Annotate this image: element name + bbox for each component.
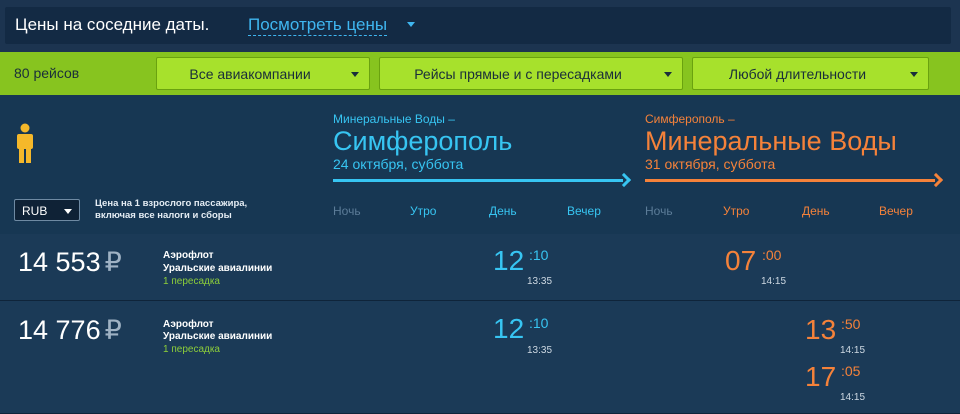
- departure-hour: 12: [493, 245, 525, 276]
- outbound-arrival: 13:35: [527, 345, 553, 356]
- nearby-dates-panel: Цены на соседние даты. Посмотреть цены: [5, 7, 951, 44]
- return-from: Симферополь –: [645, 112, 735, 126]
- outbound-tod-evening[interactable]: Вечер: [567, 204, 601, 218]
- chevron-down-icon: [64, 209, 72, 214]
- return-departure[interactable]: 07 :00: [725, 245, 781, 276]
- currency-select[interactable]: RUB: [14, 199, 80, 221]
- departure-minutes: :50: [841, 316, 861, 332]
- ruble-icon: ₽: [104, 247, 122, 277]
- outbound-from: Минеральные Воды –: [333, 112, 455, 126]
- results-header: RUB Цена на 1 взрослого пассажира, включ…: [0, 95, 960, 234]
- result-price: 14 776 ₽: [18, 315, 122, 346]
- return-departure[interactable]: 17:05: [805, 361, 860, 392]
- outbound-arrival: 13:35: [527, 276, 553, 287]
- chevron-down-icon: [664, 72, 672, 77]
- price-value: 14 553: [18, 247, 101, 277]
- arrow-right-icon: [928, 172, 944, 188]
- return-tod-morning[interactable]: Утро: [723, 204, 749, 218]
- return-tod-night[interactable]: Ночь: [645, 204, 673, 218]
- outbound-tod-night[interactable]: Ночь: [333, 204, 361, 218]
- duration-select[interactable]: Любой длительности: [692, 57, 929, 90]
- airline-name: Уральские авиалинии: [163, 331, 273, 342]
- departure-minutes: :00: [762, 247, 782, 263]
- return-arrival: 14:15: [840, 392, 866, 403]
- outbound-date: 24 октября, суббота: [333, 156, 464, 172]
- return-route: Симферополь – Минеральные Воды 31 октябр…: [645, 112, 897, 172]
- outbound-arrow: [333, 179, 623, 182]
- airline-name: Аэрофлот: [163, 319, 214, 330]
- chevron-down-icon: [351, 72, 359, 77]
- passenger-icon: [17, 123, 33, 163]
- departure-minutes: :10: [529, 247, 549, 263]
- airlines-select-label: Все авиакомпании: [189, 66, 311, 82]
- return-tod-evening[interactable]: Вечер: [879, 204, 913, 218]
- stops-select[interactable]: Рейсы прямые и с пересадками: [379, 57, 683, 90]
- chevron-down-icon: [910, 72, 918, 77]
- departure-hour: 17: [805, 361, 837, 392]
- transfer-count: 1 пересадка: [163, 276, 220, 287]
- result-price: 14 553 ₽: [18, 247, 122, 278]
- outbound-departure[interactable]: 12:10: [493, 313, 548, 344]
- airline-name: Аэрофлот: [163, 250, 214, 261]
- price-note: Цена на 1 взрослого пассажира, включая в…: [95, 198, 248, 221]
- return-to: Минеральные Воды: [645, 126, 897, 156]
- departure-hour: 13: [805, 314, 837, 345]
- return-date: 31 октября, суббота: [645, 156, 776, 172]
- outbound-tod-morning[interactable]: Утро: [410, 204, 436, 218]
- return-arrival: 14:15: [761, 276, 787, 287]
- filter-bar: 80 рейсов Все авиакомпании Рейсы прямые …: [0, 52, 960, 95]
- outbound-to: Симферополь: [333, 126, 513, 156]
- departure-hour: 12: [493, 313, 525, 344]
- duration-select-label: Любой длительности: [728, 66, 867, 82]
- outbound-tod-day[interactable]: День: [489, 204, 517, 218]
- departure-minutes: :10: [529, 315, 549, 331]
- departure-minutes: :05: [841, 363, 861, 379]
- airlines-select[interactable]: Все авиакомпании: [156, 57, 370, 90]
- outbound-departure[interactable]: 12:10: [493, 245, 548, 276]
- transfer-count: 1 пересадка: [163, 344, 220, 355]
- return-arrival: 14:15: [840, 345, 866, 356]
- currency-label: RUB: [22, 204, 48, 218]
- ruble-icon: ₽: [104, 315, 122, 345]
- chevron-down-icon[interactable]: [407, 22, 415, 27]
- departure-hour: 07: [725, 245, 757, 276]
- return-departure[interactable]: 13:50: [805, 314, 860, 345]
- nearby-dates-title: Цены на соседние даты.: [15, 15, 210, 34]
- stops-select-label: Рейсы прямые и с пересадками: [414, 66, 622, 82]
- return-tod-day[interactable]: День: [802, 204, 830, 218]
- result-row[interactable]: 14 776 ₽ Аэрофлот Уральские авиалинии 1 п…: [0, 301, 960, 414]
- airline-name: Уральские авиалинии: [163, 263, 273, 274]
- arrow-right-icon: [616, 172, 632, 188]
- view-prices-link[interactable]: Посмотреть цены: [248, 15, 388, 36]
- flights-count: 80 рейсов: [14, 65, 80, 81]
- price-value: 14 776: [18, 315, 101, 345]
- outbound-route: Минеральные Воды – Симферополь 24 октябр…: [333, 112, 512, 172]
- return-arrow: [645, 179, 935, 182]
- nearby-dates-bar: Цены на соседние даты. Посмотреть цены: [0, 0, 960, 52]
- result-row[interactable]: 14 553 ₽ Аэрофлот Уральские авиалинии 1 п…: [0, 234, 960, 301]
